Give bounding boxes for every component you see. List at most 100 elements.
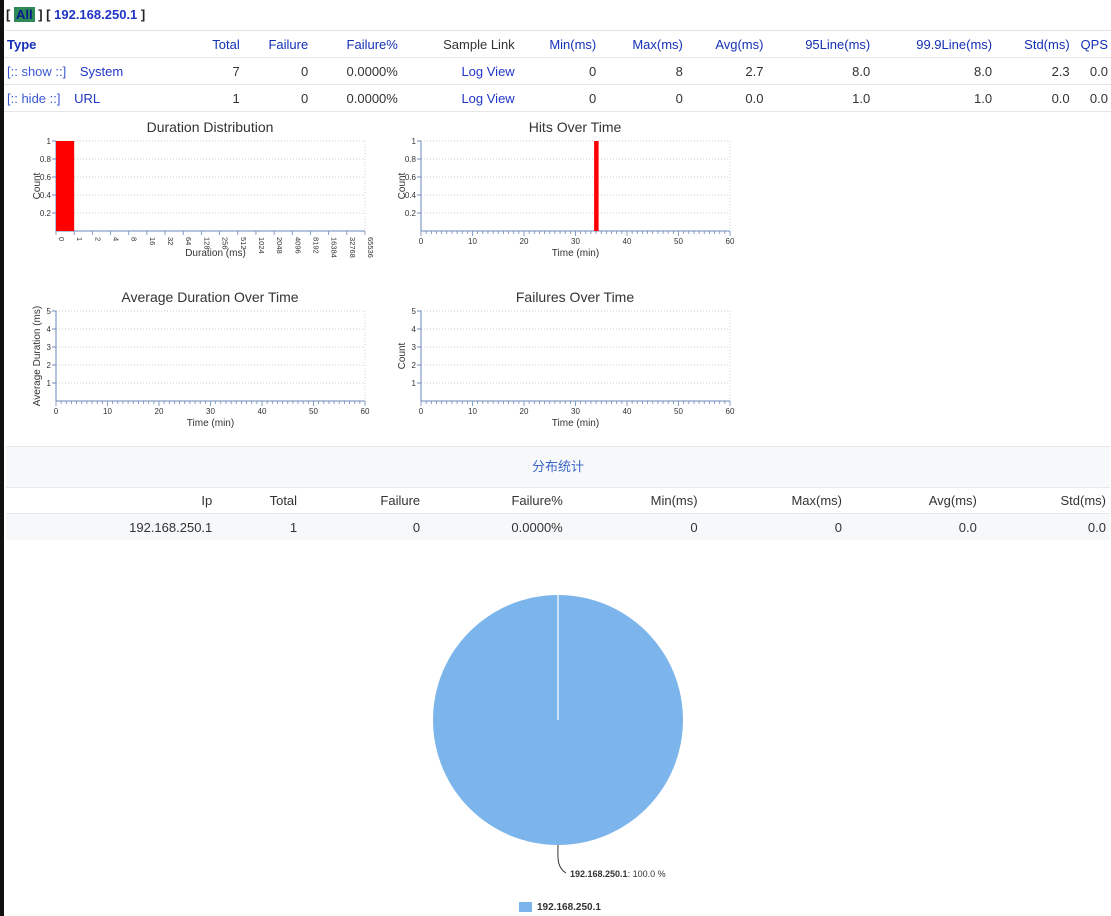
max-cell: 0	[701, 513, 846, 540]
y-tick-label: 3	[47, 343, 52, 352]
x-tick-label: 32768	[348, 237, 357, 258]
log-view-link[interactable]: Log View	[461, 91, 514, 106]
col-failure[interactable]: Failure	[242, 31, 312, 58]
col-min[interactable]: Min(ms)	[517, 31, 600, 58]
y-tick-label: 5	[412, 307, 417, 316]
col-std: Std(ms)	[980, 487, 1110, 514]
hide-toggle-link[interactable]: [:: hide ::]	[7, 91, 60, 106]
x-tick-label: 10	[468, 407, 477, 416]
x-tick-label: 32	[166, 237, 175, 245]
col-type[interactable]: Type	[4, 31, 202, 58]
col-failure-pct[interactable]: Failure%	[311, 31, 401, 58]
std-cell: 0.0	[980, 513, 1110, 540]
filter-all-link[interactable]: All	[13, 7, 35, 22]
total-cell: 1	[216, 513, 302, 540]
min-cell: 0	[517, 84, 600, 112]
pie-label-name: 192.168.250.1	[570, 869, 628, 879]
col-max[interactable]: Max(ms)	[599, 31, 686, 58]
y-axis-label: Average Duration (ms)	[32, 306, 43, 406]
chart-svg: 0.20.40.60.81Count0 10 20 30 40 50 60Time (min…	[397, 137, 735, 259]
y-tick-label: 1	[47, 379, 52, 388]
x-tick-label: 1024	[257, 237, 266, 254]
qps-cell: 0.0	[1072, 84, 1111, 112]
line95-cell: 1.0	[766, 84, 874, 112]
x-tick-label: 20	[520, 237, 529, 246]
col-qps[interactable]: QPS	[1072, 31, 1111, 58]
line999-cell: 8.0	[873, 57, 996, 85]
y-tick-label: 1	[412, 137, 417, 146]
x-tick-label: 60	[726, 407, 735, 416]
y-tick-label: 4	[412, 325, 417, 334]
hit-bar	[594, 141, 599, 231]
col-avg[interactable]: Avg(ms)	[685, 31, 767, 58]
x-axis-label: Duration (ms)	[185, 248, 246, 259]
y-tick-label: 5	[47, 307, 52, 316]
pie-legend[interactable]: 192.168.250.1	[519, 902, 601, 914]
avg-cell: 0.0	[845, 513, 981, 540]
x-tick-label: 40	[258, 407, 267, 416]
x-tick-label: 50	[674, 237, 683, 246]
failure-pct-cell: 0.0000%	[311, 57, 401, 85]
col-ip: Ip	[6, 487, 217, 514]
type-link[interactable]: System	[80, 64, 123, 79]
x-tick-label: 50	[674, 407, 683, 416]
y-axis-label: Count	[32, 172, 43, 199]
x-tick-label: 0	[419, 237, 424, 246]
x-tick-label: 2	[93, 237, 102, 241]
failure-cell: 0	[242, 84, 312, 112]
x-tick-label: 30	[206, 407, 215, 416]
col-999line[interactable]: 99.9Line(ms)	[873, 31, 996, 58]
y-tick-label: 4	[47, 325, 52, 334]
col-min: Min(ms)	[566, 487, 702, 514]
type-cell: [:: hide ::] URL	[4, 84, 202, 112]
table-row: [:: hide ::] URL 1 0 0.0000% Log View 0 …	[4, 84, 1111, 112]
ip-filter-bar: [ All ] [ 192.168.250.1 ]	[6, 0, 1111, 31]
x-tick-label: 60	[726, 237, 735, 246]
col-std[interactable]: Std(ms)	[995, 31, 1073, 58]
max-cell: 8	[599, 57, 686, 85]
x-tick-label: 64	[184, 237, 193, 245]
pie-label-connector	[557, 844, 567, 874]
col-max: Max(ms)	[701, 487, 846, 514]
x-tick-label: 40	[623, 407, 632, 416]
chart-svg: 1 2 3 4 5 Average Duration (ms) 0 10 20 30 40 50 60 T…	[32, 306, 370, 429]
x-tick-label: 10	[468, 237, 477, 246]
type-cell: [:: show ::] System	[4, 57, 202, 85]
y-tick-label: 2	[47, 361, 52, 370]
col-total: Total	[216, 487, 302, 514]
line95-cell: 8.0	[766, 57, 874, 85]
y-tick-label: 0.8	[40, 155, 52, 164]
bracket-open: [	[6, 7, 11, 22]
duration-distribution-chart: Duration Distribution 0.2 0.4 0.6 0.8 1 Count…	[30, 116, 390, 266]
col-avg: Avg(ms)	[845, 487, 981, 514]
x-tick-label: 0	[57, 237, 66, 241]
x-tick-label: 60	[361, 407, 370, 416]
x-tick-label: 4	[112, 237, 121, 241]
log-view-link[interactable]: Log View	[461, 64, 514, 79]
show-toggle-link[interactable]: [:: show ::]	[7, 64, 66, 79]
x-tick-label: 4096	[293, 237, 302, 254]
failure-pct-cell: 0.0000%	[311, 84, 401, 112]
min-cell: 0	[517, 57, 600, 85]
hits-over-time-chart: Hits Over Time 0.2 0.4 0.6 0.8 1 Count 0 10 20 30…	[395, 116, 755, 266]
col-95line[interactable]: 95Line(ms)	[766, 31, 874, 58]
y-tick-label: 0.8	[405, 155, 417, 164]
failure-pct-cell: 0.0000%	[424, 513, 567, 540]
type-link[interactable]: URL	[74, 91, 100, 106]
chart-svg: 0.20.40.60.81Count0 1 2 4 8 16 32 64 128 256 512 10…	[32, 137, 375, 259]
x-tick-label: 16	[148, 237, 157, 245]
distribution-bar	[56, 141, 75, 231]
col-failure-pct: Failure%	[424, 487, 567, 514]
filter-ip-link[interactable]: 192.168.250.1	[54, 7, 137, 22]
x-tick-label: 16384	[330, 237, 339, 258]
y-tick-label: 2	[412, 361, 417, 370]
x-tick-label: 8	[130, 237, 139, 241]
ip-distribution-table: Ip Total Failure Failure% Min(ms) Max(ms…	[6, 487, 1110, 540]
legend-label: 192.168.250.1	[537, 902, 601, 913]
col-total[interactable]: Total	[201, 31, 243, 58]
x-tick-label: 0	[419, 407, 424, 416]
x-tick-label: 8192	[311, 237, 320, 254]
failure-cell: 0	[242, 57, 312, 85]
col-failure: Failure	[301, 487, 425, 514]
x-tick-label: 65536	[366, 237, 375, 258]
